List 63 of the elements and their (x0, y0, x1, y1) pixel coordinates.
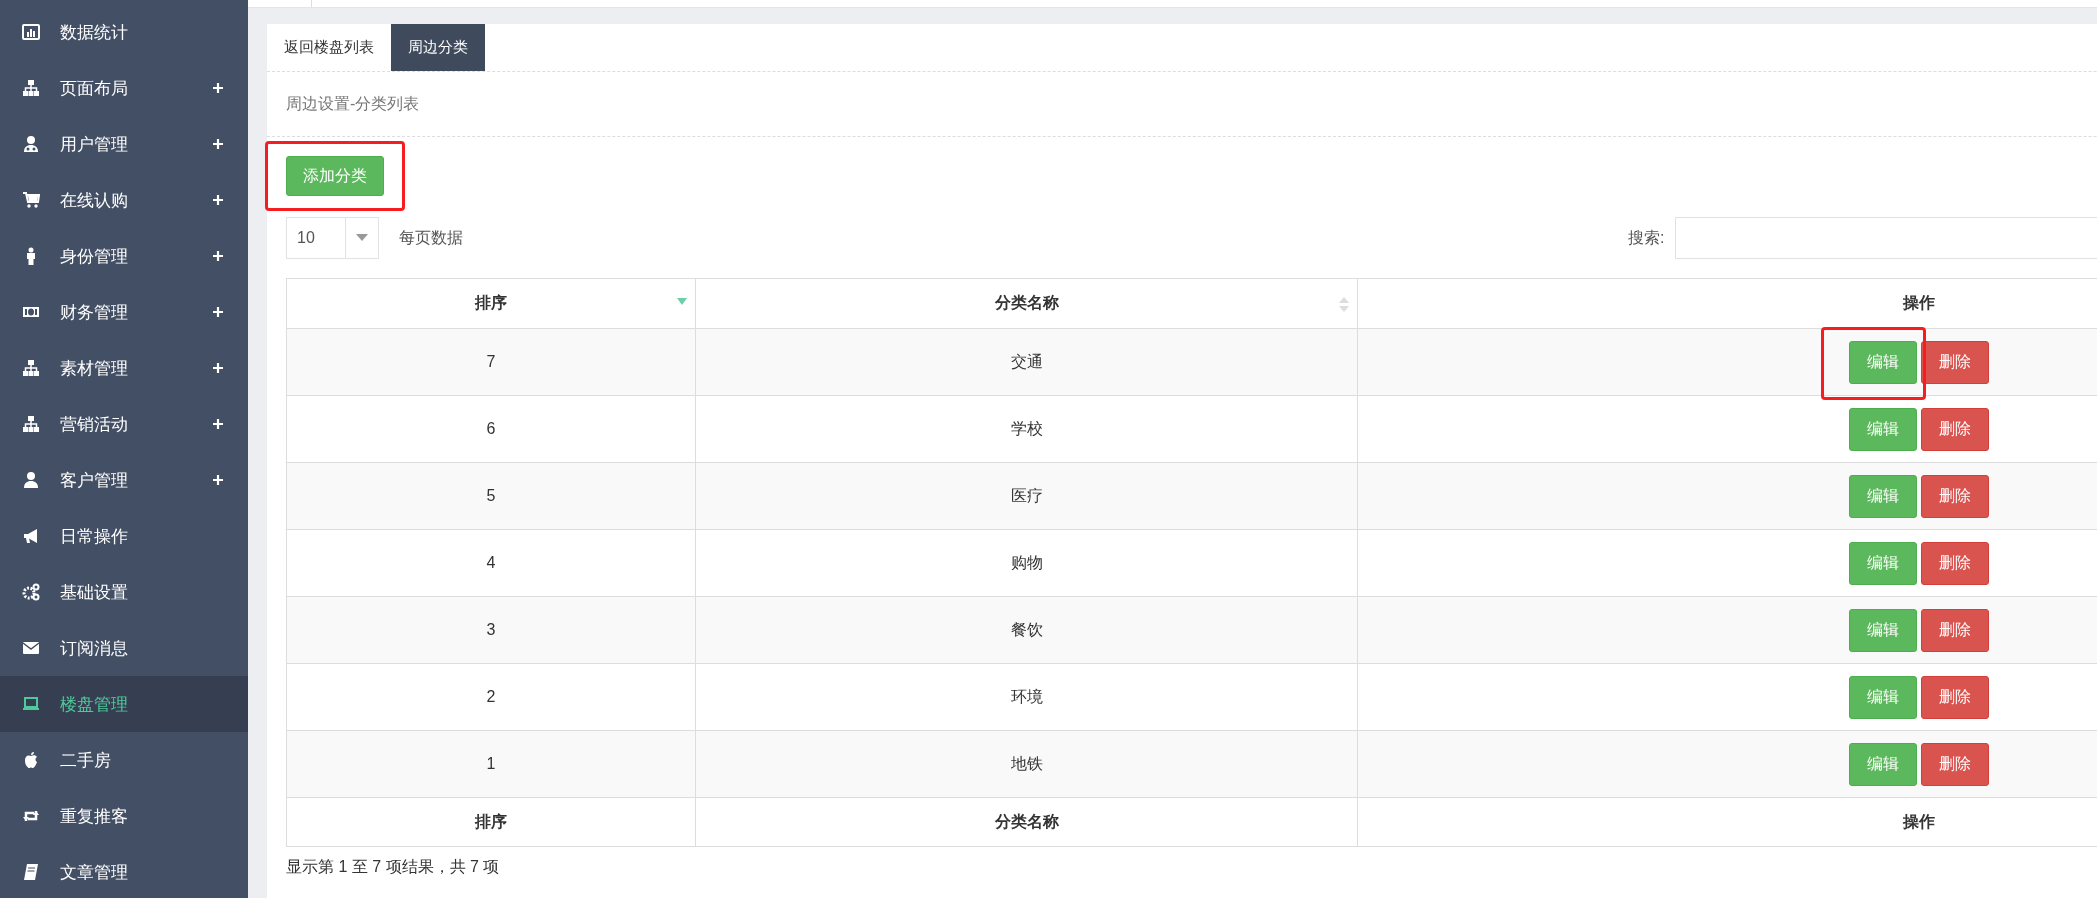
table-cell: 1 (286, 730, 696, 798)
delete-button[interactable]: 删除 (1921, 541, 1989, 585)
column-footer: 排序 (286, 797, 696, 847)
user-icon (22, 135, 40, 153)
column-footer: 分类名称 (695, 797, 1358, 847)
sort-icon[interactable] (1339, 296, 1349, 313)
column-header[interactable]: 操作 (1357, 278, 2097, 329)
table-cell: 医疗 (695, 462, 1358, 530)
table-cell: 餐饮 (695, 596, 1358, 664)
sidebar-item[interactable]: 身份管理 (0, 228, 248, 284)
column-header[interactable]: 排序 (286, 278, 696, 329)
section-title: 周边设置-分类列表 (286, 93, 420, 114)
bar-chart-icon (22, 23, 40, 41)
envelope-icon (22, 639, 40, 657)
sitemap-icon (22, 359, 40, 377)
column-header[interactable]: 分类名称 (695, 278, 1358, 329)
search-label: 搜索: (1628, 227, 1665, 248)
megaphone-icon (22, 527, 40, 545)
sidebar-item[interactable]: 素材管理 (0, 340, 248, 396)
table-cell: 2 (286, 663, 696, 731)
sidebar-item[interactable]: 页面布局 (0, 60, 248, 116)
delete-button[interactable]: 删除 (1921, 340, 1989, 384)
sidebar-item[interactable]: 订阅消息 (0, 620, 248, 676)
delete-button[interactable]: 删除 (1921, 407, 1989, 451)
tab[interactable]: 返回楼盘列表 (267, 24, 391, 71)
table-cell: 购物 (695, 529, 1358, 597)
sidebar-item[interactable]: 财务管理 (0, 284, 248, 340)
table-cell: 3 (286, 596, 696, 664)
sidebar-item[interactable]: 在线认购 (0, 172, 248, 228)
apple-icon (22, 751, 40, 769)
sitemap-icon (22, 415, 40, 433)
tab[interactable]: 周边分类 (391, 24, 485, 71)
table-cell: 环境 (695, 663, 1358, 731)
table-info: 显示第 1 至 7 项结果，共 7 项 (286, 857, 501, 877)
book-icon (22, 863, 40, 881)
sidebar-item[interactable]: 用户管理 (0, 116, 248, 172)
page-length-select[interactable]: 10 (286, 217, 379, 259)
sidebar-item[interactable]: 文章管理 (0, 844, 248, 898)
delete-button[interactable]: 删除 (1921, 742, 1989, 786)
caret-icon (356, 234, 368, 242)
sidebar-item[interactable]: 营销活动 (0, 396, 248, 452)
user-icon (22, 471, 40, 489)
sidebar-item[interactable]: 楼盘管理 (0, 676, 248, 732)
sitemap-icon (22, 79, 40, 97)
sidebar-item[interactable]: 基础设置 (0, 564, 248, 620)
sidebar-item[interactable]: 二手房 (0, 732, 248, 788)
table-cell: 4 (286, 529, 696, 597)
table-cell: 7 (286, 328, 696, 396)
sidebar-item[interactable]: 客户管理 (0, 452, 248, 508)
laptop-icon (22, 695, 40, 713)
sidebar-item[interactable]: 重复推客 (0, 788, 248, 844)
table-cell: 6 (286, 395, 696, 463)
table-cell: 交通 (695, 328, 1358, 396)
table-cell: 5 (286, 462, 696, 530)
table-cell: 学校 (695, 395, 1358, 463)
delete-button[interactable]: 删除 (1921, 474, 1989, 518)
cart-icon (22, 191, 40, 209)
page-length-label: 每页数据 (399, 227, 463, 248)
delete-button[interactable]: 删除 (1921, 675, 1989, 719)
delete-button[interactable]: 删除 (1921, 608, 1989, 652)
sidebar-item[interactable]: 日常操作 (0, 508, 248, 564)
table-cell: 地铁 (695, 730, 1358, 798)
sidebar-item[interactable]: 数据统计 (0, 4, 248, 60)
